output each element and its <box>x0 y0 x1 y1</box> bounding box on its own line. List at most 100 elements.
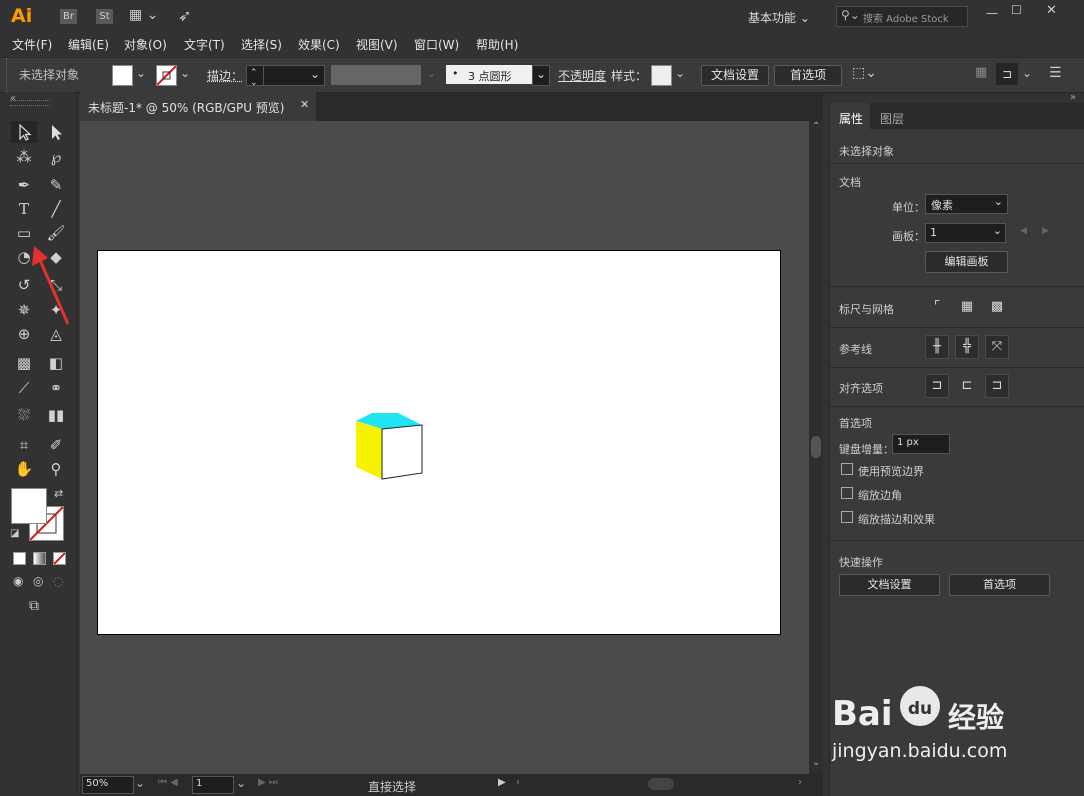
fill-swatch[interactable] <box>112 65 133 86</box>
menu-view[interactable]: 视图(V) <box>356 36 398 53</box>
zoom-dropdown-icon[interactable]: ⌄ <box>135 776 145 790</box>
grid-align-icon[interactable]: ▦ <box>975 65 987 80</box>
eyedropper-tool-icon[interactable]: ⟋ <box>11 377 37 399</box>
none-mode-icon[interactable] <box>53 552 66 565</box>
brush-definition[interactable]: • 3 点圆形 <box>446 65 532 84</box>
menu-help[interactable]: 帮助(H) <box>476 36 518 53</box>
close-button[interactable]: ✕ <box>1046 3 1057 18</box>
lasso-icon[interactable]: ℘ <box>43 146 69 168</box>
menu-effect[interactable]: 效果(C) <box>298 36 340 53</box>
rocket-icon[interactable]: ➶ <box>178 6 191 25</box>
smart-guides-icon[interactable]: ⤧ <box>985 335 1009 359</box>
ruler-icon[interactable]: ⌜ <box>925 295 949 319</box>
minimize-button[interactable]: — <box>986 6 998 20</box>
grid-icon[interactable]: ▦ <box>955 295 979 319</box>
stroke-swatch[interactable] <box>156 65 177 86</box>
restore-button[interactable]: ☐ <box>1011 3 1022 17</box>
expand-panel-icon[interactable]: » <box>1070 92 1076 103</box>
unit-select[interactable]: 像素 ⌄ <box>925 194 1008 214</box>
zoom-level[interactable]: 50% <box>82 776 134 794</box>
edit-artboards-button[interactable]: 编辑画板 <box>925 251 1008 273</box>
line-tool-icon[interactable]: ╱ <box>43 198 69 220</box>
stroke-dropdown-icon[interactable]: ⌄ <box>180 66 190 80</box>
variable-width-profile[interactable] <box>331 65 421 85</box>
artboard-number[interactable]: 1 <box>192 776 234 794</box>
workspace-switcher[interactable]: 基本功能 ⌄ <box>748 9 810 26</box>
menu-edit[interactable]: 编辑(E) <box>68 36 109 53</box>
direct-selection-tool[interactable] <box>43 121 69 143</box>
prev-artboard-icon[interactable]: ◀ <box>1020 226 1027 236</box>
default-colors-icon[interactable]: ◪ <box>10 528 19 539</box>
swap-colors-icon[interactable]: ⇄ <box>54 487 63 500</box>
menu-file[interactable]: 文件(F) <box>12 36 52 53</box>
menu-window[interactable]: 窗口(W) <box>414 36 459 53</box>
status-menu-icon[interactable]: ▶ <box>498 777 506 788</box>
next-artboard-icon[interactable]: ▶ <box>1042 226 1049 236</box>
stroke-weight-stepper[interactable]: ⌃ ⌄ <box>246 65 264 88</box>
draw-behind-icon[interactable]: ◎ <box>33 574 43 588</box>
menu-object[interactable]: 对象(O) <box>124 36 167 53</box>
bridge-icon[interactable]: Br <box>60 9 77 24</box>
align-to-pixel-icon[interactable]: ⊐ <box>925 374 949 398</box>
align-to-key-icon[interactable]: ⊐ <box>985 374 1009 398</box>
vertical-scroll-thumb[interactable] <box>811 436 821 458</box>
quick-preferences-button[interactable]: 首选项 <box>949 574 1050 596</box>
artboard-tool-icon[interactable]: ⌗ <box>11 434 37 456</box>
scroll-left-icon[interactable]: ‹ <box>516 777 520 788</box>
document-setup-button[interactable]: 文档设置 <box>701 65 769 86</box>
fill-color-front[interactable] <box>11 488 47 524</box>
slice-tool-icon[interactable]: ✐ <box>43 434 69 456</box>
graphic-style-swatch[interactable] <box>651 65 672 86</box>
artboard-dropdown-icon[interactable]: ⌄ <box>236 776 246 790</box>
transparency-grid-icon[interactable]: ▩ <box>985 295 1009 319</box>
curvature-tool-icon[interactable]: ✎ <box>43 174 69 196</box>
search-input[interactable]: 搜索 Adobe Stock <box>863 10 949 25</box>
show-guides-icon[interactable]: ╫ <box>925 335 949 359</box>
screen-mode-icon[interactable]: ⧉ <box>29 598 39 614</box>
stock-search[interactable]: ⚲⌄ 搜索 Adobe Stock <box>836 6 968 27</box>
selection-tool[interactable] <box>11 121 37 143</box>
hand-tool-icon[interactable]: ✋ <box>11 458 37 480</box>
symbol-sprayer-icon[interactable]: ⛆ <box>11 404 37 426</box>
type-tool-icon[interactable]: T <box>11 198 37 220</box>
artboard[interactable] <box>97 250 781 635</box>
mesh-tool-icon[interactable]: ▩ <box>11 352 37 374</box>
tab-properties[interactable]: 属性 <box>830 103 870 129</box>
tab-layers[interactable]: 图层 <box>870 103 1084 129</box>
fill-dropdown-icon[interactable]: ⌄ <box>136 66 146 80</box>
align-to-artboard-icon[interactable]: ⊏ <box>955 374 979 398</box>
document-tab[interactable]: 未标题-1* @ 50% (RGB/GPU 预览) ✕ <box>80 92 316 121</box>
style-dropdown-icon[interactable]: ⌄ <box>675 66 685 80</box>
lock-guides-icon[interactable]: ╬ <box>955 335 979 359</box>
preferences-button[interactable]: 首选项 <box>774 65 842 86</box>
isometric-cube[interactable] <box>354 411 424 481</box>
gradient-mode-icon[interactable] <box>33 552 46 565</box>
gradient-tool-icon[interactable]: ◧ <box>43 352 69 374</box>
brush-dropdown[interactable]: ⌄ <box>532 65 550 86</box>
scale-strokes-effects-checkbox[interactable] <box>841 511 853 523</box>
align-dropdown-icon[interactable]: ⌄ <box>1022 66 1032 80</box>
color-mode-icon[interactable] <box>13 552 26 565</box>
scroll-down-icon[interactable]: ⌄ <box>812 757 820 768</box>
scale-corners-checkbox[interactable] <box>841 487 853 499</box>
graph-tool-icon[interactable]: ▮▮ <box>43 404 69 426</box>
magic-wand-icon[interactable]: ⁂ <box>11 146 37 168</box>
opacity-label[interactable]: 不透明度 <box>558 67 606 84</box>
profile-dropdown-icon[interactable]: ⌄ <box>426 66 436 80</box>
stock-icon[interactable]: St <box>96 9 113 24</box>
last-artboard-icon[interactable]: ▶ ⏭ <box>258 777 278 788</box>
scroll-right-icon[interactable]: › <box>798 777 802 788</box>
panel-menu-icon[interactable]: ☰ <box>1049 65 1062 81</box>
artboard-select[interactable]: 1 ⌄ <box>925 223 1006 243</box>
blend-tool-icon[interactable]: ⚭ <box>43 377 69 399</box>
first-artboard-icon[interactable]: ⏮ ◀ <box>158 777 178 788</box>
use-preview-bounds-checkbox[interactable] <box>841 463 853 475</box>
draw-normal-icon[interactable]: ◉ <box>13 574 23 588</box>
horizontal-scroll-thumb[interactable] <box>648 778 674 790</box>
menu-type[interactable]: 文字(T) <box>184 36 225 53</box>
align-icon[interactable]: ⊐ <box>996 63 1018 85</box>
draw-inside-icon[interactable]: ◌ <box>53 574 63 588</box>
zoom-tool-icon[interactable]: ⚲ <box>43 458 69 480</box>
quick-document-setup-button[interactable]: 文档设置 <box>839 574 940 596</box>
menu-select[interactable]: 选择(S) <box>241 36 282 53</box>
